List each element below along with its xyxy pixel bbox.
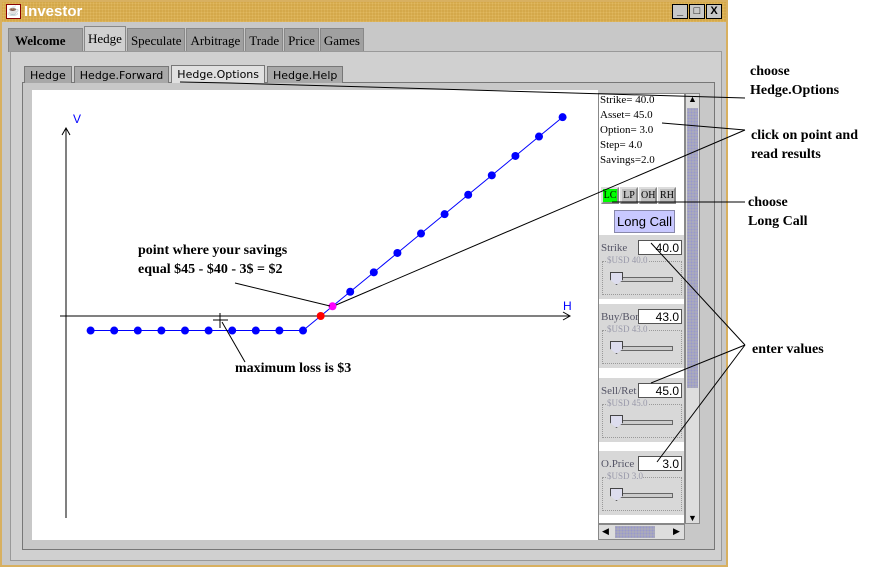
v-axis-label: V (73, 112, 81, 126)
payoff-point[interactable] (393, 248, 402, 257)
payoff-point[interactable] (417, 229, 425, 238)
savings-pointer (234, 282, 331, 307)
hedge-options-pointer (179, 81, 746, 99)
payoff-point[interactable] (251, 326, 260, 335)
payoff-point[interactable] (369, 268, 378, 277)
payoff-point[interactable] (275, 326, 284, 335)
payoff-point[interactable] (228, 326, 237, 335)
payoff-point[interactable] (558, 113, 567, 122)
asset-pointer (661, 122, 746, 131)
payoff-point[interactable] (440, 210, 449, 219)
choose-tab-note: choose Hedge.Options (750, 64, 840, 98)
strike-pointer (650, 242, 746, 346)
enter-values-note: enter values (752, 342, 824, 357)
payoff-point[interactable] (110, 326, 119, 335)
payoff-point[interactable] (346, 287, 355, 296)
h-axis-label: H (563, 299, 572, 313)
choose-lc-note: choose Long Call (748, 195, 808, 229)
payoff-point[interactable] (299, 326, 307, 335)
click-point-note: click on point and read results (751, 128, 858, 162)
payoff-point[interactable] (511, 151, 520, 160)
payoff-point[interactable] (181, 326, 189, 335)
payoff-point[interactable] (316, 312, 325, 320)
payoff-chart: H V (60, 81, 746, 518)
payoff-point[interactable] (157, 326, 166, 335)
savings-note: point where your savings equal $45 - $40 … (138, 243, 288, 277)
payoff-line (90, 116, 563, 332)
payoff-point[interactable] (487, 171, 496, 180)
payoff-point[interactable] (204, 326, 213, 335)
payoff-point[interactable] (86, 326, 95, 335)
payoff-point[interactable] (133, 326, 142, 335)
payoff-point[interactable] (464, 190, 473, 199)
payoff-point[interactable] (535, 132, 543, 141)
max-loss-note: maximum loss is $3 (235, 361, 352, 376)
